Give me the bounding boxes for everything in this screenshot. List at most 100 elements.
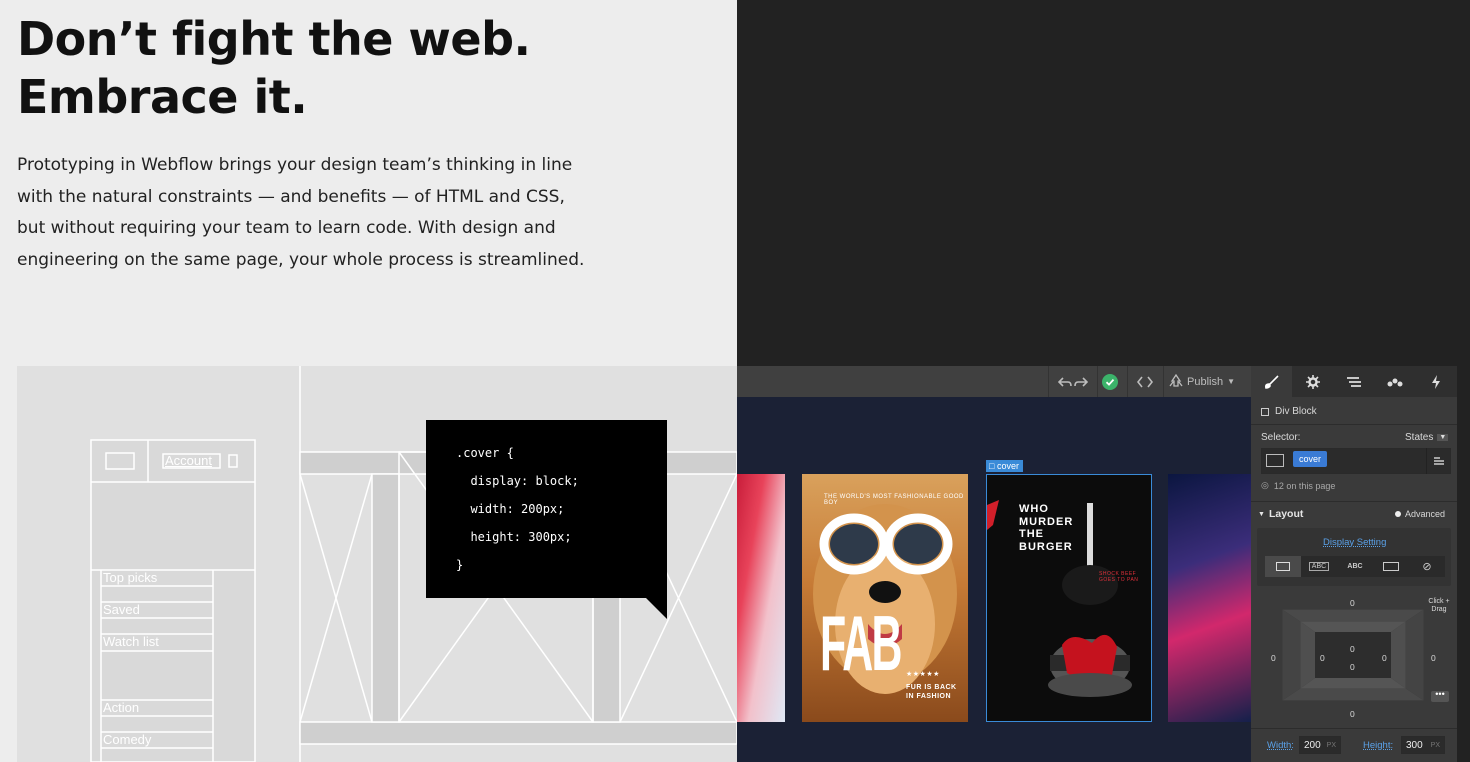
more-options-icon[interactable]: ••• (1431, 690, 1449, 702)
poster-card-dog[interactable]: THE WORLD'S MOST FASHIONABLE GOOD BOY FA… (802, 474, 968, 722)
padding-top-value[interactable]: 0 (1350, 644, 1355, 654)
drops-icon[interactable] (1375, 366, 1416, 397)
padding-left-value[interactable]: 0 (1320, 653, 1325, 663)
margin-right-value[interactable]: 0 (1431, 653, 1436, 663)
code-icon[interactable] (1133, 366, 1157, 397)
padding-right-value[interactable]: 0 (1382, 653, 1387, 663)
page-headline: Don’t fight the web. Embrace it. (17, 10, 531, 126)
chevron-down-icon: ▼ (1437, 434, 1449, 441)
poster-card-city[interactable] (1168, 474, 1257, 722)
display-setting-label[interactable]: Display Setting (1323, 537, 1386, 548)
burger-title-line: MURDER (1019, 515, 1074, 528)
publish-button[interactable]: Publish ▼ (1169, 366, 1247, 397)
padding-bottom-value[interactable]: 0 (1350, 662, 1355, 672)
publish-icon (1169, 373, 1183, 390)
code-line: width: 200px; (456, 502, 565, 516)
wireframe-menu-item: Watch list (103, 634, 159, 649)
margin-left-value[interactable]: 0 (1271, 653, 1276, 663)
style-panel: Div Block Selector: States ▼ cover ◎ 12 … (1251, 366, 1457, 762)
selector-menu-icon[interactable] (1426, 448, 1451, 474)
display-flex-option[interactable]: ABC (1301, 556, 1337, 577)
dot-icon (1395, 511, 1401, 517)
selector-label: Selector: (1261, 432, 1301, 443)
advanced-toggle[interactable]: Advanced (1395, 509, 1445, 519)
div-block-icon (1261, 407, 1269, 416)
webflow-designer: Publish ▼ THE WORLD'S MOST FASHIONABLE G… (737, 366, 1457, 762)
caret-down-icon: ▼ (1258, 510, 1265, 518)
panel-tabs (1251, 366, 1457, 397)
dog-subtitle: IN FASHION (906, 693, 952, 700)
display-none-option[interactable]: ⊘ (1409, 556, 1445, 577)
lightning-icon[interactable] (1416, 366, 1457, 397)
body-line: engineering on the same page, your whole… (17, 249, 585, 270)
toolbar-divider (1127, 366, 1128, 397)
body-line: Prototyping in Webflow brings your desig… (17, 155, 573, 175)
selector-field[interactable] (1261, 448, 1451, 474)
width-unit: PX (1326, 741, 1336, 749)
burger-title: WHO MURDER THE BURGER (1019, 503, 1073, 553)
body-line: but without requiring your team to learn… (17, 218, 556, 238)
grid-icon (1383, 562, 1399, 571)
brush-icon[interactable] (1251, 366, 1293, 397)
code-line: height: 300px; (456, 530, 572, 544)
layout-section-header[interactable]: ▼ Layout (1258, 508, 1303, 520)
code-line: display: block; (456, 474, 579, 488)
dog-tagline: THE WORLD'S MOST FASHIONABLE GOOD BOY (824, 494, 964, 506)
click-drag-hint: Click + Drag (1428, 598, 1450, 613)
states-dropdown[interactable]: States ▼ (1405, 432, 1449, 443)
height-input[interactable]: 300 PX (1401, 736, 1445, 754)
display-inline-option[interactable]: ABC (1337, 556, 1373, 577)
toolbar-divider (1163, 366, 1164, 397)
wireframe-menu-item: Comedy (103, 732, 152, 747)
headline-line-2: Embrace it. (17, 70, 308, 124)
class-chip[interactable]: cover (1293, 451, 1328, 467)
states-label: States (1405, 432, 1434, 443)
usage-count-label: 12 on this page (1273, 480, 1336, 491)
burger-side-text: SHOCK BEEF GOES TO PAN (1099, 571, 1139, 583)
code-line: .cover { (456, 446, 514, 460)
display-option-label: ABC (1308, 562, 1330, 571)
css-code-bubble: .cover { display: block; width: 200px; h… (426, 420, 667, 598)
code-line: } (456, 558, 464, 572)
wireframe-menu-item: Action (103, 700, 140, 715)
redo-icon[interactable] (1071, 366, 1091, 397)
wireframe-menu-item: Top picks (103, 570, 158, 585)
eye-slash-icon: ⊘ (1422, 561, 1432, 573)
check-icon[interactable] (1099, 366, 1121, 397)
burger-title-line: THE (1019, 528, 1044, 540)
navigator-icon[interactable] (1333, 366, 1374, 397)
height-label[interactable]: Height: (1363, 740, 1393, 751)
cover-tag-label: cover (996, 461, 1019, 471)
dog-title: FAB (820, 599, 902, 687)
poster-card-burger[interactable]: WHO MURDER THE BURGER SHOCK BEEF GOES TO… (986, 474, 1152, 722)
designer-toolbar: Publish ▼ (737, 366, 1251, 397)
display-options: ABC ABC ⊘ (1265, 556, 1445, 577)
width-label[interactable]: Width: (1267, 740, 1294, 751)
layout-label: Layout (1268, 508, 1304, 520)
display-block-option[interactable] (1265, 556, 1301, 577)
element-row: Div Block (1261, 406, 1317, 417)
element-label: Div Block (1275, 406, 1317, 417)
display-grid-option[interactable] (1373, 556, 1409, 577)
margin-bottom-value[interactable]: 0 (1350, 709, 1355, 719)
toolbar-divider (1048, 366, 1049, 397)
burger-title-line: WHO (1019, 503, 1049, 515)
chevron-down-icon: ▼ (1227, 377, 1235, 386)
poster-card-red[interactable] (737, 474, 785, 722)
dog-subtitle: FUR IS BACK (906, 684, 957, 691)
wireframe-account-label: Account (165, 453, 212, 468)
gear-icon[interactable] (1292, 366, 1333, 397)
width-input[interactable]: 200 PX (1299, 736, 1341, 754)
advanced-label: Advanced (1405, 509, 1446, 519)
headline-line-1: Don’t fight the web. (17, 12, 531, 66)
publish-label: Publish (1187, 375, 1224, 388)
toolbar-divider (1097, 366, 1098, 397)
selector-element-icon (1266, 454, 1284, 467)
panel-divider (1251, 728, 1457, 729)
square-icon: □ (989, 461, 995, 471)
block-icon (1276, 562, 1290, 571)
hero-body-text: Prototyping in Webflow brings your desig… (17, 150, 617, 276)
margin-top-value[interactable]: 0 (1350, 598, 1355, 608)
burger-title-line: BURGER (1019, 540, 1073, 553)
panel-divider (1251, 424, 1457, 425)
